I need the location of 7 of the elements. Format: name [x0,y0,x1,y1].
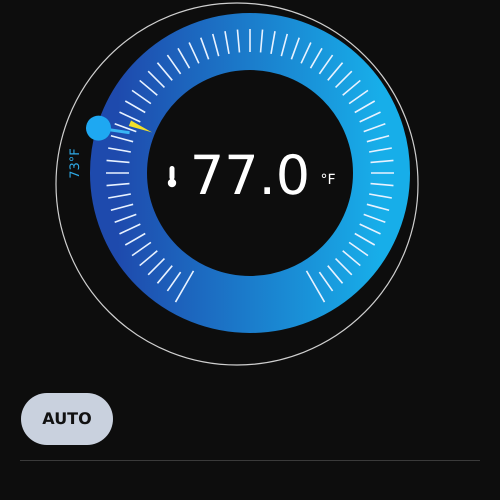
current-temperature-needle [128,120,152,132]
current-temperature: 77.0 [190,144,310,207]
setpoint-handle[interactable] [86,116,130,141]
auto-mode-button[interactable]: AUTO [21,393,113,445]
temperature-unit: °F [320,172,336,188]
setpoint-label: 73°F [68,148,84,179]
thermometer-icon [168,166,176,188]
